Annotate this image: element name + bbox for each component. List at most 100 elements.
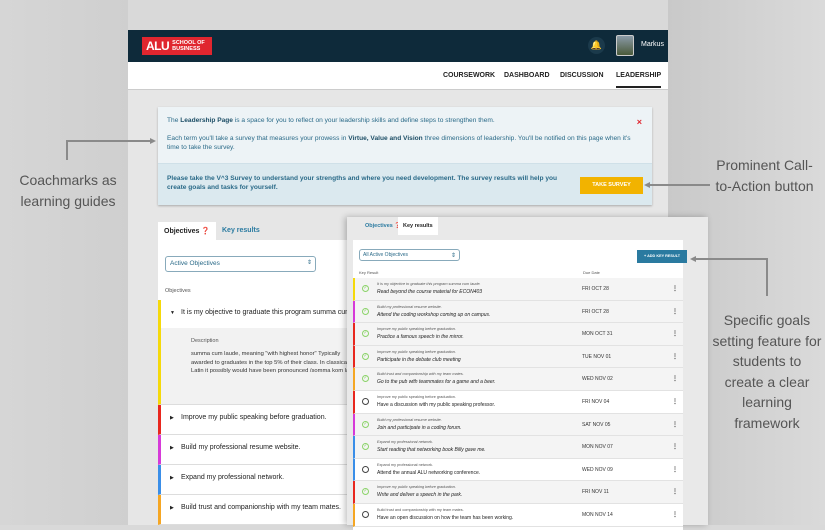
key-result-objective: Improve my public speaking before gradua… (377, 349, 456, 354)
more-options-icon[interactable]: ⋮ (672, 375, 678, 382)
caret-down-icon[interactable]: ▼ (170, 310, 175, 316)
empty-circle-icon[interactable] (362, 511, 369, 518)
key-result-row[interactable]: Improve my public speaking before gradua… (353, 391, 683, 414)
key-result-title: Participate in the debate club meeting (377, 356, 461, 363)
key-result-objective: Improve my public speaking before gradua… (377, 327, 456, 332)
bell-icon[interactable]: 🔔 (588, 37, 605, 54)
key-result-title: Practice a famous speech in the mirror. (377, 334, 464, 341)
key-result-title: Write and deliver a speech in the park. (377, 492, 463, 499)
key-result-title: Read beyond the course material for ECON… (377, 289, 483, 295)
key-results-body: All Active Objectives + ADD KEY RESULT K… (353, 240, 687, 530)
check-circle-icon[interactable]: ✓ (362, 330, 369, 338)
objective-title: Improve my public speaking before gradua… (181, 414, 327, 421)
check-circle-icon[interactable]: ✓ (362, 375, 369, 383)
caret-right-icon[interactable]: ▶ (170, 505, 174, 511)
key-result-row[interactable]: ✓ It is my objective to graduate this pr… (353, 278, 683, 301)
more-options-icon[interactable]: ⋮ (672, 285, 678, 292)
arrow-line (766, 258, 768, 296)
nav-coursework[interactable]: COURSEWORK (443, 72, 495, 79)
more-options-icon[interactable]: ⋮ (672, 330, 678, 337)
key-result-title: Attend the annual ALU networking confere… (377, 469, 481, 476)
key-result-row[interactable]: ✓ Improve my public speaking before grad… (353, 481, 683, 504)
cta-bar: Please take the V^3 Survey to understand… (158, 163, 652, 205)
key-result-due-date: FRI OCT 28 (582, 308, 609, 315)
key-result-row[interactable]: ✓ Build trust and companionship with my … (353, 368, 683, 391)
tab-objectives[interactable]: Objectives ❓ (158, 222, 217, 240)
key-result-row[interactable]: ✓ Build my professional resume website. … (353, 413, 683, 437)
key-result-row[interactable]: Build trust and companionship with my te… (353, 504, 683, 527)
key-result-row[interactable]: ✓ Expand my professional network. Start … (353, 436, 683, 459)
cta-text: Please take the V^3 Survey to understand… (167, 175, 558, 191)
coachmark-survey-info: Each term you'll take a survey that meas… (167, 134, 637, 152)
user-name[interactable]: Markus (641, 41, 664, 48)
key-result-row[interactable]: ✓ Improve my public speaking before grad… (353, 323, 683, 346)
more-options-icon[interactable]: ⋮ (672, 466, 678, 473)
nav-leadership[interactable]: LEADERSHIP (616, 72, 662, 88)
key-result-objective: Expand my professional network. (377, 462, 433, 467)
key-results-panel: Objectives ❓ Key results All Active Obje… (347, 217, 708, 530)
tab-key-results[interactable]: Key results (398, 217, 438, 235)
key-result-row[interactable]: ✓ Build my professional resume website. … (353, 300, 683, 324)
t-bold: Leadership Page (180, 117, 233, 124)
description-label: Description (191, 338, 219, 344)
more-options-icon[interactable]: ⋮ (672, 398, 678, 405)
add-key-result-button[interactable]: + ADD KEY RESULT (637, 250, 687, 263)
alu-logo[interactable]: ALU SCHOOL OF BUSINESS (142, 37, 212, 55)
key-result-objective: It is my objective to graduate this prog… (377, 282, 481, 286)
key-result-due-date: FRI NOV 11 (582, 489, 609, 496)
t: The (167, 117, 181, 124)
nav-discussion[interactable]: DISCUSSION (560, 72, 604, 79)
tab-key-results[interactable]: Key results (216, 222, 266, 240)
objective-item[interactable]: ▶ Expand my professional network. (158, 465, 358, 495)
annotation-goals: Specific goals setting feature for stude… (712, 312, 822, 431)
annotation-cta: Prominent Call-to-Action button (715, 157, 814, 194)
key-results-filter-select[interactable]: All Active Objectives (359, 249, 460, 261)
key-result-title: Go to the pub with teammates for a game … (377, 379, 496, 386)
backdrop-left (0, 0, 128, 525)
t: Each term you'll take a survey that meas… (167, 135, 349, 142)
close-icon[interactable]: × (637, 117, 642, 127)
key-result-column-header: Key Result (359, 270, 379, 275)
objective-item[interactable]: ▶ Build my professional resume website. (158, 435, 358, 465)
arrow-head-icon (150, 138, 156, 144)
caret-right-icon[interactable]: ▶ (170, 475, 174, 481)
key-result-title: Attend the coding workshop coming up on … (377, 311, 491, 318)
more-options-icon[interactable]: ⋮ (672, 308, 678, 315)
nav-dashboard[interactable]: DASHBOARD (504, 72, 550, 79)
empty-circle-icon[interactable] (362, 398, 369, 405)
check-circle-icon[interactable]: ✓ (362, 307, 369, 315)
check-circle-icon[interactable]: ✓ (362, 443, 369, 451)
more-options-icon[interactable]: ⋮ (672, 443, 678, 450)
more-options-icon[interactable]: ⋮ (672, 353, 678, 360)
objective-title: It is my objective to graduate this prog… (181, 309, 373, 316)
more-options-icon[interactable]: ⋮ (672, 511, 678, 518)
arrow-head-icon (690, 256, 696, 262)
objective-item[interactable]: ▶ Build trust and companionship with my t… (158, 495, 358, 525)
key-result-due-date: MON OCT 31 (582, 331, 613, 338)
arrow-line (66, 140, 68, 160)
key-result-row[interactable]: Expand my professional network. Attend t… (353, 458, 683, 482)
key-result-row[interactable]: ✓ Improve my public speaking before grad… (353, 345, 683, 369)
check-circle-icon[interactable]: ✓ (362, 420, 369, 428)
objectives-column-header: Objectives (165, 288, 191, 294)
take-survey-button[interactable]: TAKE SURVEY (580, 177, 643, 194)
objective-expanded[interactable]: ▼ It is my objective to graduate this pr… (158, 300, 372, 405)
more-options-icon[interactable]: ⋮ (672, 488, 678, 495)
caret-right-icon[interactable]: ▶ (170, 415, 174, 421)
key-result-due-date: MON NOV 14 (582, 512, 613, 518)
objectives-panel: Objectives ❓ Key results Active Objectiv… (158, 222, 372, 525)
objective-title: Expand my professional network. (181, 474, 285, 481)
check-circle-icon[interactable]: ✓ (362, 285, 369, 292)
empty-circle-icon[interactable] (362, 465, 369, 473)
caret-right-icon[interactable]: ▶ (170, 445, 174, 451)
more-options-icon[interactable]: ⋮ (672, 421, 678, 428)
arrow-line (650, 184, 710, 186)
check-circle-icon[interactable]: ✓ (362, 488, 369, 496)
arrow-line (696, 258, 768, 260)
key-result-title: Have a discussion with my public speakin… (377, 402, 496, 408)
logo-sub2: BUSINESS (172, 46, 201, 52)
objective-item[interactable]: ▶ Improve my public speaking before gradu… (158, 405, 358, 435)
check-circle-icon[interactable]: ✓ (362, 352, 369, 360)
objectives-filter-select[interactable]: Active Objectives (165, 256, 316, 272)
avatar[interactable] (616, 35, 634, 56)
